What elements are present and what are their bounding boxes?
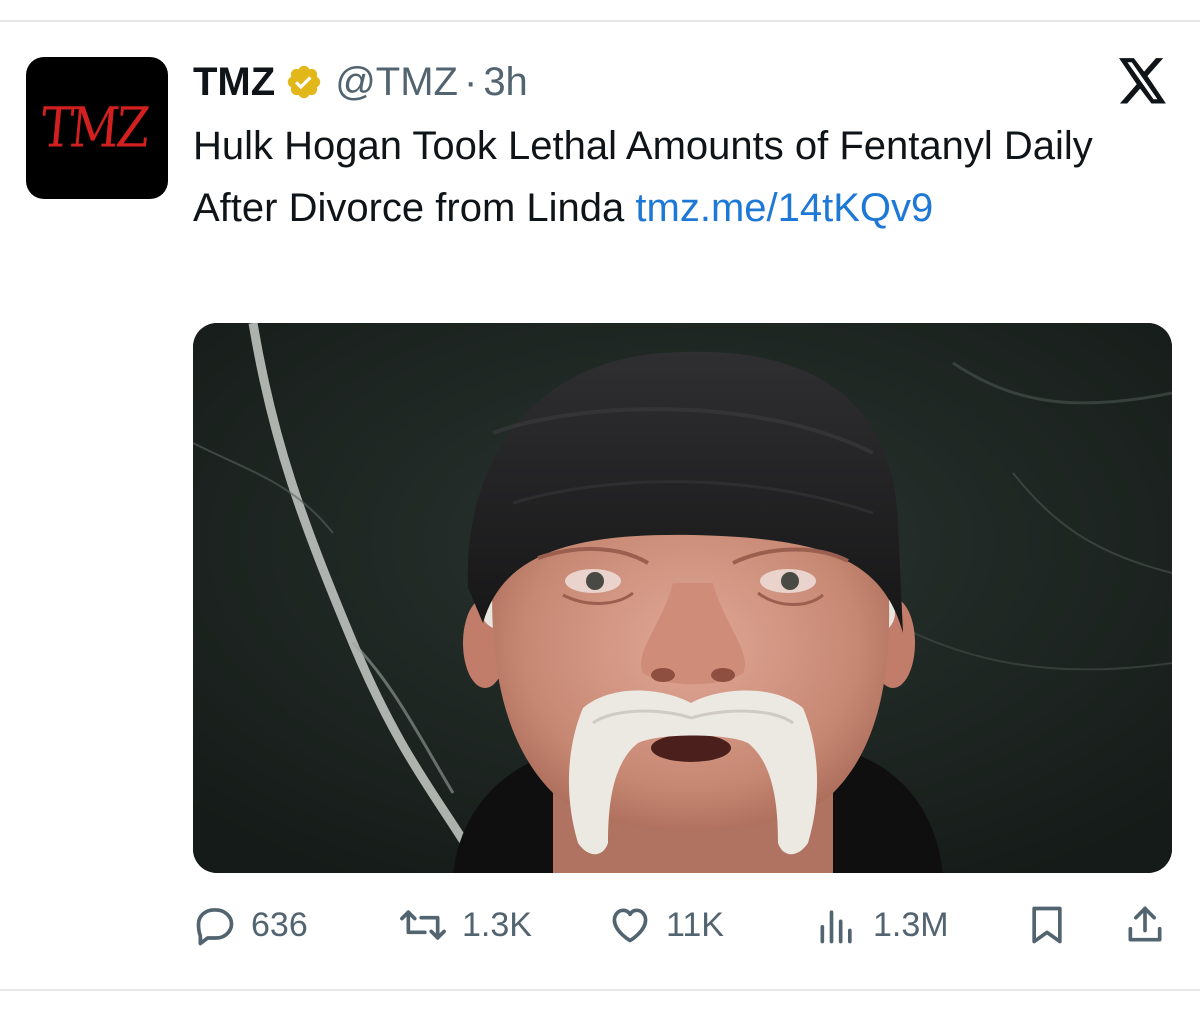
photo-of-man-in-black-bandana: [193, 323, 1172, 873]
bookmark-button[interactable]: [1025, 895, 1069, 955]
reply-button[interactable]: 636: [193, 895, 308, 955]
bookmark-icon: [1032, 906, 1062, 944]
tweet-image[interactable]: [193, 323, 1172, 873]
verified-badge-icon[interactable]: [285, 63, 323, 101]
views-count: 1.3M: [873, 905, 949, 944]
repost-icon: [400, 910, 446, 940]
share-button[interactable]: [1123, 895, 1167, 955]
views-icon: [820, 910, 852, 944]
handle[interactable]: @TMZ: [335, 60, 458, 105]
tweet-screenshot: TMZ TMZ @TMZ · 3h Hulk Hogan Took Lethal…: [0, 0, 1200, 1012]
like-count: 11K: [666, 905, 724, 944]
separator-dot: ·: [463, 59, 478, 104]
views-button[interactable]: 1.3M: [815, 895, 949, 955]
display-name[interactable]: TMZ: [193, 60, 275, 105]
reply-count: 636: [251, 905, 308, 944]
like-button[interactable]: 11K: [608, 895, 724, 955]
tweet-actions: 636 1.3K 11K 1.3M: [193, 895, 1173, 955]
timestamp[interactable]: 3h: [483, 60, 528, 105]
tmz-logo: TMZ: [38, 95, 150, 161]
avatar[interactable]: TMZ: [26, 57, 168, 199]
tweet-header: TMZ @TMZ · 3h: [193, 56, 528, 108]
like-icon: [612, 908, 648, 943]
x-logo-icon[interactable]: [1118, 58, 1168, 104]
bottom-divider: [0, 989, 1200, 991]
reply-icon: [196, 908, 234, 946]
tweet-text: Hulk Hogan Took Lethal Amounts of Fentan…: [193, 115, 1173, 239]
repost-button[interactable]: 1.3K: [398, 895, 532, 955]
tweet-link[interactable]: tmz.me/​14tKQv9: [635, 186, 933, 230]
top-divider: [0, 20, 1200, 22]
repost-count: 1.3K: [462, 905, 532, 944]
share-icon: [1128, 906, 1162, 942]
